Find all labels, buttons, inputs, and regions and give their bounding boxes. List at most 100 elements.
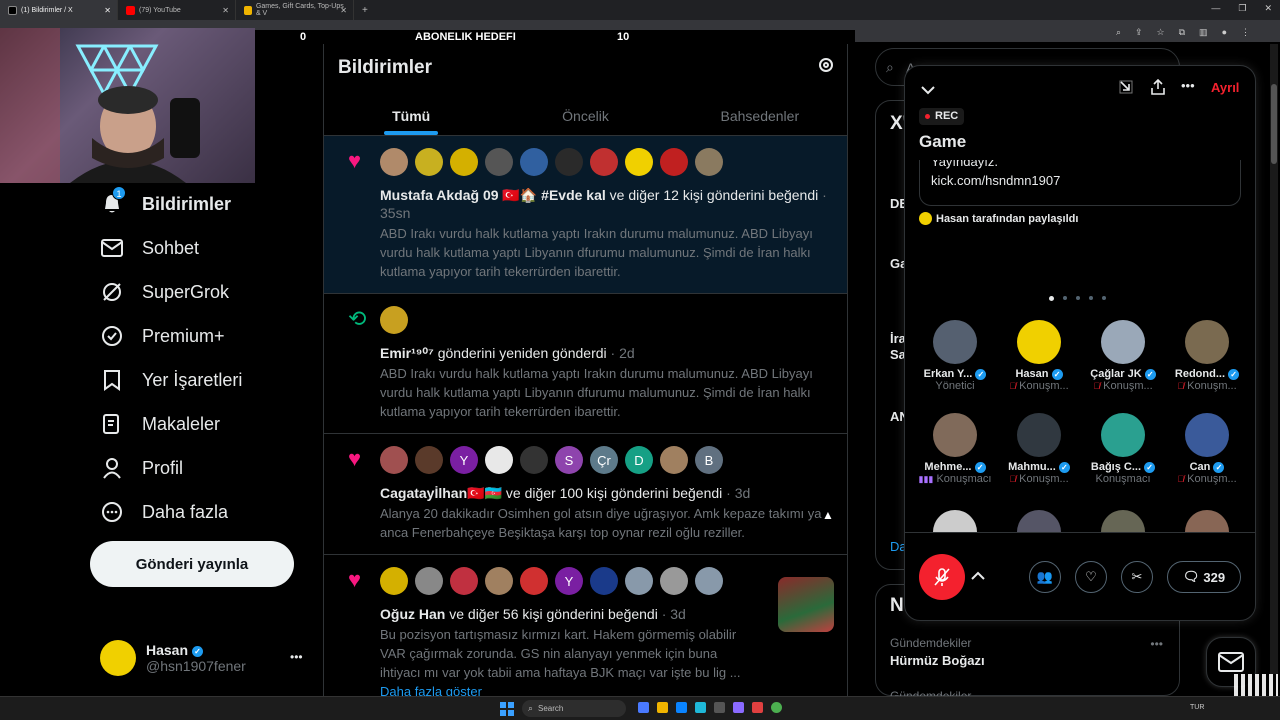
menu-icon[interactable]: ⋮ <box>1241 27 1250 38</box>
avatar[interactable] <box>590 567 618 595</box>
speaker-item[interactable]: Mahmu... ✓ 🎙̸ Konuşm... <box>997 413 1081 485</box>
share-icon[interactable] <box>1151 78 1165 100</box>
speaker-item[interactable]: Çağlar JK ✓ 🎙̸ Konuşm... <box>1081 320 1165 392</box>
app-icon[interactable] <box>638 702 649 713</box>
close-tab-icon[interactable]: ✕ <box>340 6 347 15</box>
minimize-icon[interactable]: — <box>1211 3 1220 14</box>
maximize-icon[interactable]: ❐ <box>1238 3 1246 14</box>
avatar[interactable] <box>380 148 408 176</box>
close-tab-icon[interactable]: ✕ <box>222 6 229 15</box>
notification-item[interactable]: ♥ Mustafa Akdağ 09 🇹🇷🏠 #Evde kal ve diğer… <box>324 136 847 294</box>
sidebar-item-supergrok[interactable]: SuperGrok <box>100 280 229 304</box>
app-icon[interactable] <box>657 702 668 713</box>
avatar[interactable] <box>380 567 408 595</box>
app-icon[interactable] <box>676 702 687 713</box>
avatar[interactable] <box>485 567 513 595</box>
avatar[interactable] <box>660 446 688 474</box>
app-icon[interactable] <box>695 702 706 713</box>
pinned-post[interactable]: Yayındayız. kick.com/hsndmn1907 <box>919 160 1241 206</box>
avatar[interactable] <box>450 567 478 595</box>
avatar[interactable] <box>485 148 513 176</box>
avatar[interactable] <box>660 567 688 595</box>
sidebar-item-bookmarks[interactable]: Yer İşaretleri <box>100 368 242 392</box>
show-more-link[interactable]: Daha fazla göster <box>380 684 833 696</box>
share-icon[interactable]: ⇪ <box>1135 27 1143 38</box>
speaker-item[interactable]: Erkan Y... ✓ Yönetici <box>913 320 997 392</box>
sidebar-item-notifications[interactable]: 1 Bildirimler <box>100 186 231 216</box>
star-icon[interactable]: ☆ <box>1157 27 1165 38</box>
post-thumbnail-image[interactable] <box>778 577 834 632</box>
avatar[interactable] <box>415 446 443 474</box>
profile-icon[interactable]: ● <box>1222 27 1227 38</box>
scrollbar[interactable] <box>1270 44 1278 696</box>
actor-name[interactable]: Mustafa Akdağ 09 🇹🇷🏠 #Evde kal <box>380 187 606 203</box>
actor-name[interactable]: Oğuz Han <box>380 606 445 622</box>
avatar[interactable] <box>415 567 443 595</box>
avatar[interactable] <box>555 148 583 176</box>
notification-item[interactable]: ♥ Y Oğuz Han ve diğer 56 kişi gönderini be… <box>324 555 847 696</box>
sidebar-item-profile[interactable]: Profil <box>100 456 183 480</box>
replies-button[interactable]: 🗨 329 <box>1167 561 1241 593</box>
extension-icon[interactable]: ⧉ <box>1179 27 1185 38</box>
tab-priority[interactable]: Öncelik <box>498 90 672 135</box>
notification-item[interactable]: ⟲ Emir¹⁹⁰⁷ gönderini yeniden gönderdi · 2… <box>324 294 847 434</box>
trend-menu-icon[interactable]: ••• <box>1150 637 1163 651</box>
new-tab-button[interactable]: + <box>354 5 368 16</box>
expand-chevron-icon[interactable] <box>971 568 985 586</box>
app-icon[interactable] <box>733 702 744 713</box>
sidebar-item-chat[interactable]: Sohbet <box>100 236 199 260</box>
mic-muted-button[interactable] <box>919 554 965 600</box>
minimize-space-icon[interactable] <box>1119 80 1133 99</box>
avatar[interactable]: S <box>555 446 583 474</box>
taskbar-search[interactable]: ⌕ Search <box>522 700 626 717</box>
avatar[interactable] <box>695 567 723 595</box>
avatar[interactable]: Çr <box>590 446 618 474</box>
avatar[interactable] <box>590 148 618 176</box>
avatar[interactable] <box>625 148 653 176</box>
language-indicator[interactable]: TUR <box>1190 704 1204 711</box>
settings-gear-icon[interactable] <box>817 56 835 79</box>
listeners-button[interactable]: 👥 <box>1029 561 1061 593</box>
clip-button[interactable]: ✂ <box>1121 561 1153 593</box>
avatar[interactable] <box>660 148 688 176</box>
speaker-item[interactable]: Can ✓ 🎙̸ Konuşm... <box>1165 413 1249 485</box>
app-icon[interactable] <box>752 702 763 713</box>
avatar[interactable]: B <box>695 446 723 474</box>
more-options-icon[interactable]: ••• <box>1181 78 1195 93</box>
speaker-item[interactable]: Mehme... ✓ ▮▮▮ Konuşmacı <box>913 413 997 485</box>
avatar[interactable]: Y <box>555 567 583 595</box>
avatar[interactable] <box>520 567 548 595</box>
app-icon[interactable] <box>714 702 725 713</box>
avatar[interactable] <box>695 148 723 176</box>
tab-all[interactable]: Tümü <box>324 90 498 135</box>
actor-name[interactable]: Cagatayİlhan🇹🇷🇦🇿 <box>380 485 502 501</box>
speaker-item[interactable]: Bağış C... ✓ Konuşmacı <box>1081 413 1165 485</box>
avatar[interactable] <box>380 306 408 334</box>
sidebar-item-more[interactable]: Daha fazla <box>100 500 228 524</box>
browser-tab-games[interactable]: Games, Gift Cards, Top-Ups & V ✕ <box>236 0 354 20</box>
notification-item[interactable]: ♥ Y S Çr D B Cagatayİlhan🇹🇷🇦🇿 ve diğer 100 kiş… <box>324 434 847 555</box>
actor-name[interactable]: Emir¹⁹⁰⁷ <box>380 345 434 361</box>
avatar[interactable] <box>415 148 443 176</box>
account-switcher[interactable]: Hasan ✓ @hsn1907fener <box>100 640 246 676</box>
browser-tab-youtube[interactable]: (79) YouTube ✕ <box>118 0 236 20</box>
windows-start-icon[interactable] <box>500 702 514 716</box>
leave-space-button[interactable]: Ayrıl <box>1211 80 1239 95</box>
avatar[interactable] <box>450 148 478 176</box>
avatar[interactable] <box>380 446 408 474</box>
avatar[interactable] <box>520 446 548 474</box>
avatar[interactable]: D <box>625 446 653 474</box>
browser-tab-x[interactable]: (1) Bildirimler / X ✕ <box>0 0 118 20</box>
sidebar-item-premium[interactable]: Premium+ <box>100 324 225 348</box>
speaker-item[interactable]: Hasan ✓ 🎙̸ Konuşm... <box>997 320 1081 392</box>
tab-mentions[interactable]: Bahsedenler <box>673 90 847 135</box>
sidebar-icon[interactable]: ▥ <box>1199 27 1208 38</box>
close-window-icon[interactable]: ✕ <box>1264 3 1272 14</box>
post-button[interactable]: Gönderi yayınla <box>90 541 294 587</box>
search-icon[interactable]: ⌕ <box>1116 27 1121 38</box>
speaker-item[interactable]: Redond... ✓ 🎙̸ Konuşm... <box>1165 320 1249 392</box>
close-tab-icon[interactable]: ✕ <box>104 6 111 15</box>
sidebar-item-articles[interactable]: Makaleler <box>100 412 220 436</box>
avatar[interactable]: Y <box>450 446 478 474</box>
react-button[interactable]: ♡ <box>1075 561 1107 593</box>
